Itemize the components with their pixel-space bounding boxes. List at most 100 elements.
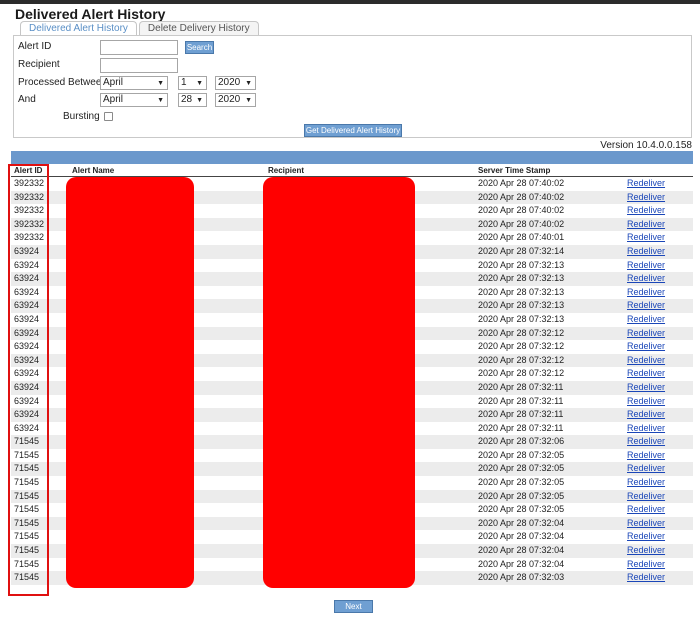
redeliver-link[interactable]: Redeliver <box>627 381 665 395</box>
redeliver-link[interactable]: Redeliver <box>627 449 665 463</box>
chevron-down-icon: ▼ <box>196 80 203 87</box>
timestamp-cell: 2020 Apr 28 07:32:05 <box>478 490 565 501</box>
redeliver-link[interactable]: Redeliver <box>627 286 665 300</box>
from-month-value: April <box>103 77 124 88</box>
timestamp-cell: 2020 Apr 28 07:32:14 <box>478 245 565 256</box>
alert-id-highlight-box <box>8 164 49 596</box>
redeliver-link[interactable]: Redeliver <box>627 245 665 259</box>
redacted-alert-names <box>66 177 194 588</box>
redeliver-link[interactable]: Redeliver <box>627 558 665 572</box>
timestamp-cell: 2020 Apr 28 07:32:13 <box>478 286 565 297</box>
timestamp-cell: 2020 Apr 28 07:32:04 <box>478 558 565 569</box>
search-form: Alert ID Search Recipient Processed Betw… <box>13 35 692 138</box>
redeliver-link[interactable]: Redeliver <box>627 340 665 354</box>
to-day-select[interactable]: 28 ▼ <box>178 93 207 107</box>
timestamp-cell: 2020 Apr 28 07:32:11 <box>478 409 564 420</box>
timestamp-cell: 2020 Apr 28 07:32:04 <box>478 531 565 542</box>
chevron-down-icon: ▼ <box>196 97 203 104</box>
alert-id-label: Alert ID <box>18 41 52 52</box>
chevron-down-icon: ▼ <box>245 80 252 87</box>
redeliver-link[interactable]: Redeliver <box>627 231 665 245</box>
timestamp-cell: 2020 Apr 28 07:32:13 <box>478 313 565 324</box>
redeliver-link[interactable]: Redeliver <box>627 503 665 517</box>
redeliver-link[interactable]: Redeliver <box>627 476 665 490</box>
table-header: Alert ID Alert Name Recipient Server Tim… <box>11 165 693 177</box>
chevron-down-icon: ▼ <box>157 97 164 104</box>
alert-id-input[interactable] <box>100 40 178 55</box>
redeliver-link[interactable]: Redeliver <box>627 327 665 341</box>
timestamp-cell: 2020 Apr 28 07:32:12 <box>478 368 565 379</box>
from-day-value: 1 <box>181 77 187 88</box>
timestamp-cell: 2020 Apr 28 07:40:02 <box>478 205 565 216</box>
to-year-select[interactable]: 2020 ▼ <box>215 93 256 107</box>
recipient-input[interactable] <box>100 58 178 73</box>
tab-delete-delivery-history[interactable]: Delete Delivery History <box>138 21 259 36</box>
redeliver-link[interactable]: Redeliver <box>627 408 665 422</box>
timestamp-cell: 2020 Apr 28 07:40:01 <box>478 232 565 243</box>
timestamp-cell: 2020 Apr 28 07:32:13 <box>478 259 565 270</box>
search-button[interactable]: Search <box>185 41 214 54</box>
timestamp-cell: 2020 Apr 28 07:32:11 <box>478 422 564 433</box>
redeliver-link[interactable]: Redeliver <box>627 204 665 218</box>
redeliver-link[interactable]: Redeliver <box>627 354 665 368</box>
redeliver-link[interactable]: Redeliver <box>627 272 665 286</box>
col-header-recipient: Recipient <box>268 166 305 175</box>
redeliver-link[interactable]: Redeliver <box>627 422 665 436</box>
redeliver-link[interactable]: Redeliver <box>627 191 665 205</box>
timestamp-cell: 2020 Apr 28 07:32:11 <box>478 395 564 406</box>
redeliver-link[interactable]: Redeliver <box>627 517 665 531</box>
redeliver-link[interactable]: Redeliver <box>627 313 665 327</box>
and-label: And <box>18 94 36 105</box>
redeliver-link[interactable]: Redeliver <box>627 218 665 232</box>
timestamp-cell: 2020 Apr 28 07:32:04 <box>478 517 565 528</box>
timestamp-cell: 2020 Apr 28 07:40:02 <box>478 218 565 229</box>
redeliver-link[interactable]: Redeliver <box>627 530 665 544</box>
chevron-down-icon: ▼ <box>245 97 252 104</box>
to-month-select[interactable]: April ▼ <box>100 93 168 107</box>
from-day-select[interactable]: 1 ▼ <box>178 76 207 90</box>
recipient-label: Recipient <box>18 59 60 70</box>
version-label: Version 10.4.0.0.158 <box>600 140 692 151</box>
window-top-bar <box>0 0 700 4</box>
col-header-alert-name: Alert Name <box>72 166 115 175</box>
get-delivered-alert-history-button[interactable]: Get Delivered Alert History <box>304 124 402 137</box>
bursting-label: Bursting <box>63 111 100 122</box>
redeliver-link[interactable]: Redeliver <box>627 435 665 449</box>
page-title: Delivered Alert History <box>15 6 166 22</box>
redeliver-link[interactable]: Redeliver <box>627 177 665 191</box>
header-bar <box>11 151 693 164</box>
redeliver-link[interactable]: Redeliver <box>627 367 665 381</box>
redeliver-link[interactable]: Redeliver <box>627 571 665 585</box>
timestamp-cell: 2020 Apr 28 07:32:05 <box>478 463 565 474</box>
chevron-down-icon: ▼ <box>157 80 164 87</box>
to-month-value: April <box>103 94 124 105</box>
redeliver-link[interactable]: Redeliver <box>627 299 665 313</box>
redacted-recipients <box>263 177 415 588</box>
timestamp-cell: 2020 Apr 28 07:32:12 <box>478 341 565 352</box>
redeliver-link[interactable]: Redeliver <box>627 462 665 476</box>
next-page-button[interactable]: Next Page <box>334 600 373 622</box>
timestamp-cell: 2020 Apr 28 07:32:12 <box>478 327 565 338</box>
tab-delivered-alert-history[interactable]: Delivered Alert History <box>20 21 137 36</box>
bursting-checkbox[interactable] <box>104 112 113 121</box>
redeliver-link[interactable]: Redeliver <box>627 544 665 558</box>
timestamp-cell: 2020 Apr 28 07:32:05 <box>478 449 565 460</box>
timestamp-cell: 2020 Apr 28 07:40:02 <box>478 178 565 188</box>
redeliver-link[interactable]: Redeliver <box>627 395 665 409</box>
redeliver-link[interactable]: Redeliver <box>627 490 665 504</box>
to-year-value: 2020 <box>218 94 241 105</box>
timestamp-cell: 2020 Apr 28 07:32:04 <box>478 545 565 556</box>
timestamp-cell: 2020 Apr 28 07:32:11 <box>478 381 564 392</box>
processed-between-label: Processed Between <box>18 77 107 88</box>
from-year-select[interactable]: 2020 ▼ <box>215 76 256 90</box>
col-header-server-time-stamp: Server Time Stamp <box>478 166 551 175</box>
timestamp-cell: 2020 Apr 28 07:32:13 <box>478 300 565 311</box>
timestamp-cell: 2020 Apr 28 07:32:05 <box>478 504 565 515</box>
timestamp-cell: 2020 Apr 28 07:32:03 <box>478 572 565 583</box>
to-day-value: 28 <box>181 94 193 105</box>
redeliver-link[interactable]: Redeliver <box>627 259 665 273</box>
timestamp-cell: 2020 Apr 28 07:32:06 <box>478 436 565 447</box>
from-month-select[interactable]: April ▼ <box>100 76 168 90</box>
timestamp-cell: 2020 Apr 28 07:32:12 <box>478 354 565 365</box>
timestamp-cell: 2020 Apr 28 07:32:13 <box>478 273 565 284</box>
